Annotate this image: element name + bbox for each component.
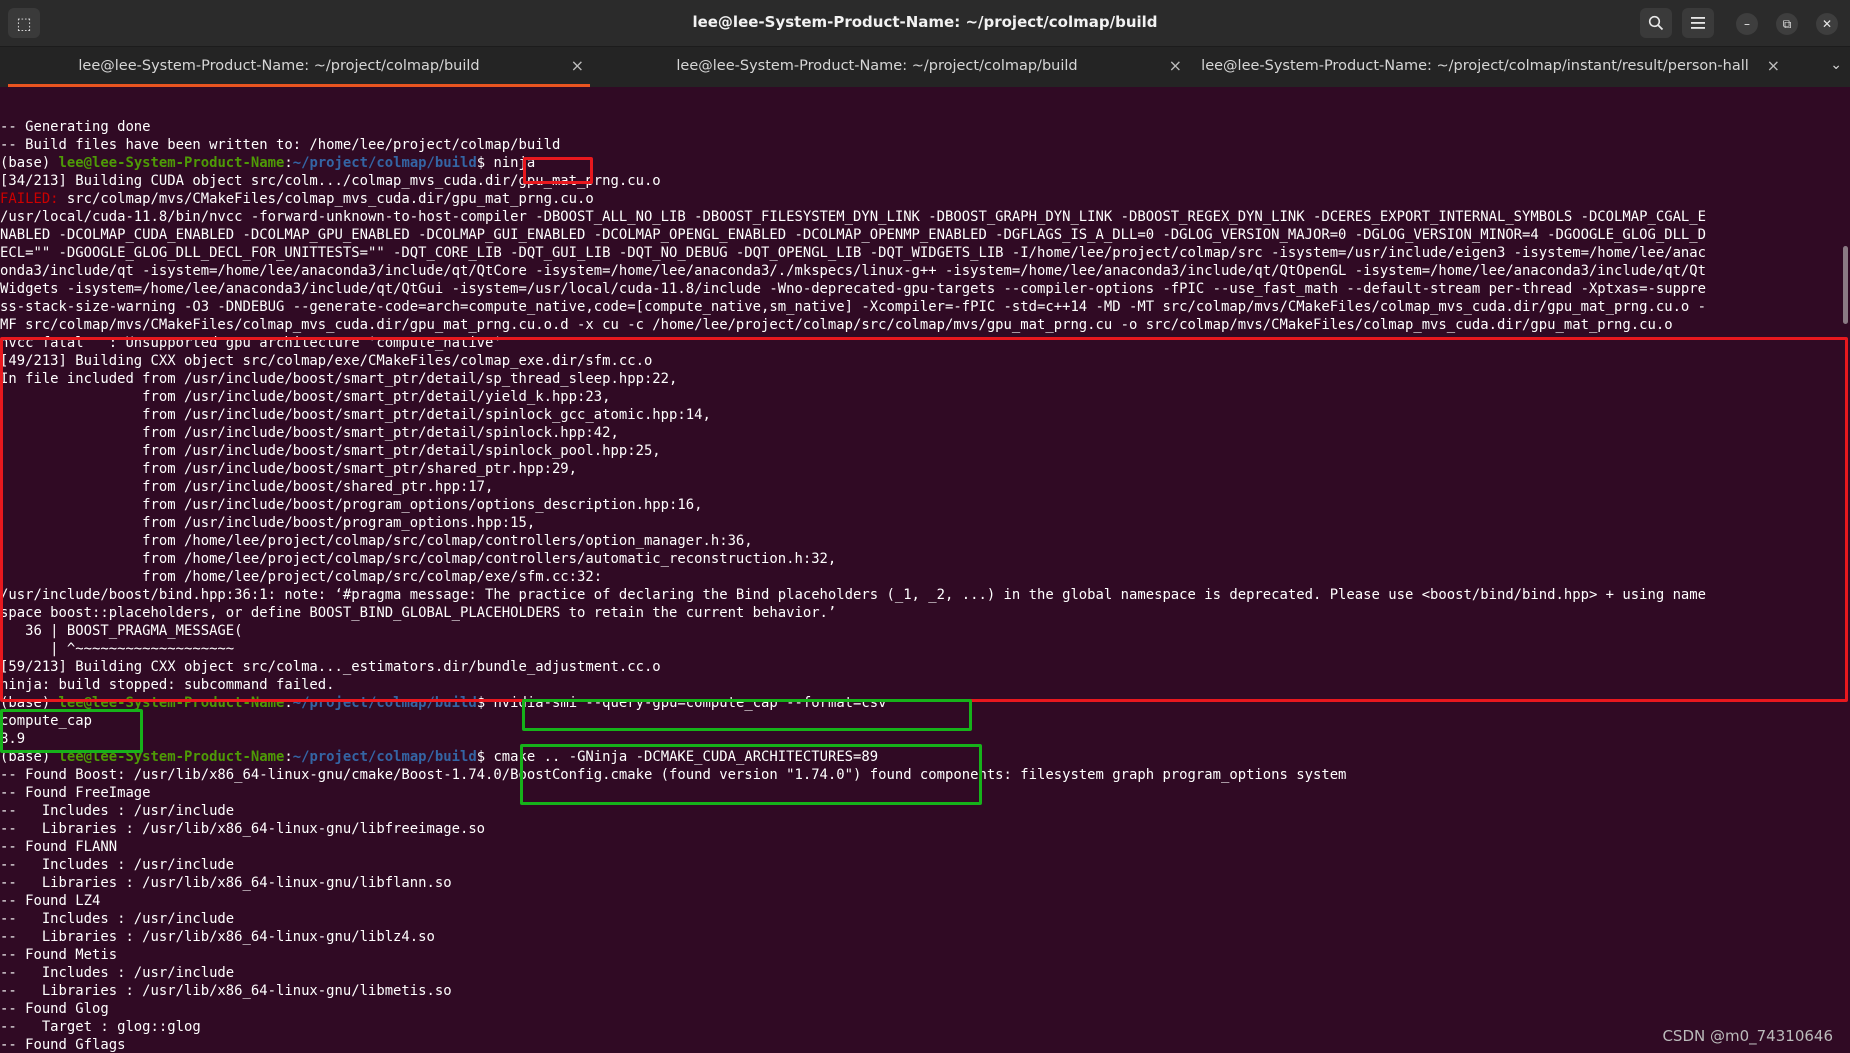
tab-close-icon[interactable]: × [1169,56,1182,75]
hamburger-menu-button[interactable] [1682,8,1714,38]
terminal-line: ECL="" -DGOOGLE_GLOG_DLL_DECL_FOR_UNITTE… [0,244,1850,262]
terminal-text: -- Found FLANN [0,839,118,855]
annotation-box-nvidia-smi-command [522,699,972,731]
tab-bar: lee@lee-System-Product-Name: ~/project/c… [0,47,1850,87]
tab-label: lee@lee-System-Product-Name: ~/project/c… [78,58,480,74]
maximize-button[interactable]: ⧉ [1776,13,1798,35]
terminal-text: -- Found FreeImage [0,785,151,801]
maximize-icon: ⧉ [1782,17,1792,31]
terminal-line: -- Found FLANN [0,838,1850,856]
tab-build-1[interactable]: lee@lee-System-Product-Name: ~/project/c… [0,47,598,87]
terminal-line: Widgets -isystem=/home/lee/anaconda3/inc… [0,280,1850,298]
terminal-text: -- Libraries : /usr/lib/x86_64-linux-gnu… [0,821,486,837]
terminal-scrollbar[interactable] [1843,246,1848,324]
tab-list-dropdown[interactable]: ⌄ [1830,57,1842,73]
terminal-line: NABLED -DCOLMAP_CUDA_ENABLED -DCOLMAP_GP… [0,226,1850,244]
terminal-line: -- Libraries : /usr/lib/x86_64-linux-gnu… [0,982,1850,1000]
terminal-text: -- Target : glog::glog [0,1019,201,1035]
search-icon [1648,15,1664,31]
terminal-line: -- Build files have been written to: /ho… [0,136,1850,154]
terminal-line: onda3/include/qt -isystem=/home/lee/anac… [0,262,1850,280]
prompt-user: lee@lee-System-Product-Name [58,155,285,171]
watermark: CSDN @m0_74310646 [1662,1027,1833,1045]
terminal-text: ECL="" -DGOOGLE_GLOG_DLL_DECL_FOR_UNITTE… [0,245,1707,261]
terminal-line: -- Includes : /usr/include [0,910,1850,928]
terminal-text: -- Includes : /usr/include [0,857,235,873]
active-tab-indicator [8,84,590,87]
terminal-text: : [284,749,293,765]
terminal-line: ss-stack-size-warning -O3 -DNDEBUG --gen… [0,298,1850,316]
terminal-line: -- Includes : /usr/include [0,964,1850,982]
terminal-text: MF src/colmap/mvs/CMakeFiles/colmap_mvs_… [0,317,1673,333]
menu-icon [1691,17,1705,29]
terminal-text: -- Build files have been written to: /ho… [0,137,561,153]
terminal-line: (base) lee@lee-System-Product-Name:~/pro… [0,154,1850,172]
tab-build-2[interactable]: lee@lee-System-Product-Name: ~/project/c… [598,47,1196,87]
terminal-text: -- Libraries : /usr/lib/x86_64-linux-gnu… [0,929,435,945]
terminal-line: MF src/colmap/mvs/CMakeFiles/colmap_mvs_… [0,316,1850,334]
annotation-box-cmake-command [520,744,982,805]
terminal-line: -- Found Gflags [0,1036,1850,1053]
prompt-path: ~/project/colmap/build [292,749,477,765]
terminal-line: -- Target : glog::glog [0,1018,1850,1036]
terminal-text: : [284,155,293,171]
window-title: lee@lee-System-Product-Name: ~/project/c… [692,13,1158,31]
terminal-line: -- Found Glog [0,1000,1850,1018]
failed-label: FAILED: [0,191,59,207]
annotation-box-build-error [0,337,1848,702]
chevron-down-icon: ⌄ [1830,57,1842,73]
annotation-box-ninja-command [523,157,593,184]
terminal-text: -- Found Glog [0,1001,109,1017]
terminal-text: Widgets -isystem=/home/lee/anaconda3/inc… [0,281,1707,297]
terminal-line: -- Libraries : /usr/lib/x86_64-linux-gnu… [0,820,1850,838]
terminal-line: -- Libraries : /usr/lib/x86_64-linux-gnu… [0,928,1850,946]
minimize-button[interactable]: – [1736,13,1758,35]
minimize-icon: – [1744,17,1750,31]
terminal-line: -- Libraries : /usr/lib/x86_64-linux-gnu… [0,874,1850,892]
tab-person-hall[interactable]: lee@lee-System-Product-Name: ~/project/c… [1196,47,1794,87]
close-icon: ✕ [1821,17,1833,31]
terminal-text: -- Includes : /usr/include [0,911,235,927]
terminal-text: -- Includes : /usr/include [0,803,235,819]
terminal-line: /usr/local/cuda-11.8/bin/nvcc -forward-u… [0,208,1850,226]
tab-close-icon[interactable]: × [571,56,584,75]
terminal-text: (base) [0,155,59,171]
prompt-path: ~/project/colmap/build [292,155,477,171]
terminal-text: ss-stack-size-warning -O3 -DNDEBUG --gen… [0,299,1707,315]
terminal-text: onda3/include/qt -isystem=/home/lee/anac… [0,263,1707,279]
tab-close-icon[interactable]: × [1767,56,1780,75]
terminal-line: [34/213] Building CUDA object src/colm..… [0,172,1850,190]
annotation-box-compute-cap-output [0,709,143,753]
terminal-text: -- Generating done [0,119,151,135]
terminal-line: FAILED: src/colmap/mvs/CMakeFiles/colmap… [0,190,1850,208]
title-bar: ⬚ lee@lee-System-Product-Name: ~/project… [0,0,1850,47]
terminal-text: -- Found Metis [0,947,118,963]
terminal-text: -- Found LZ4 [0,893,101,909]
terminal-text: /usr/local/cuda-11.8/bin/nvcc -forward-u… [0,209,1707,225]
terminal-line: -- Includes : /usr/include [0,856,1850,874]
tab-label: lee@lee-System-Product-Name: ~/project/c… [1201,58,1749,74]
terminal-text: -- Found Gflags [0,1037,126,1053]
terminal-line: -- Generating done [0,118,1850,136]
terminal-text: -- Libraries : /usr/lib/x86_64-linux-gnu… [0,875,452,891]
search-button[interactable] [1640,8,1672,38]
tab-label: lee@lee-System-Product-Name: ~/project/c… [676,58,1078,74]
terminal-line: -- Found Metis [0,946,1850,964]
terminal-text: -- Libraries : /usr/lib/x86_64-linux-gnu… [0,983,452,999]
close-window-button[interactable]: ✕ [1816,13,1838,35]
terminal-line: -- Found LZ4 [0,892,1850,910]
terminal-text: src/colmap/mvs/CMakeFiles/colmap_mvs_cud… [58,191,594,207]
terminal-text: NABLED -DCOLMAP_CUDA_ENABLED -DCOLMAP_GP… [0,227,1707,243]
terminal-text: -- Includes : /usr/include [0,965,235,981]
